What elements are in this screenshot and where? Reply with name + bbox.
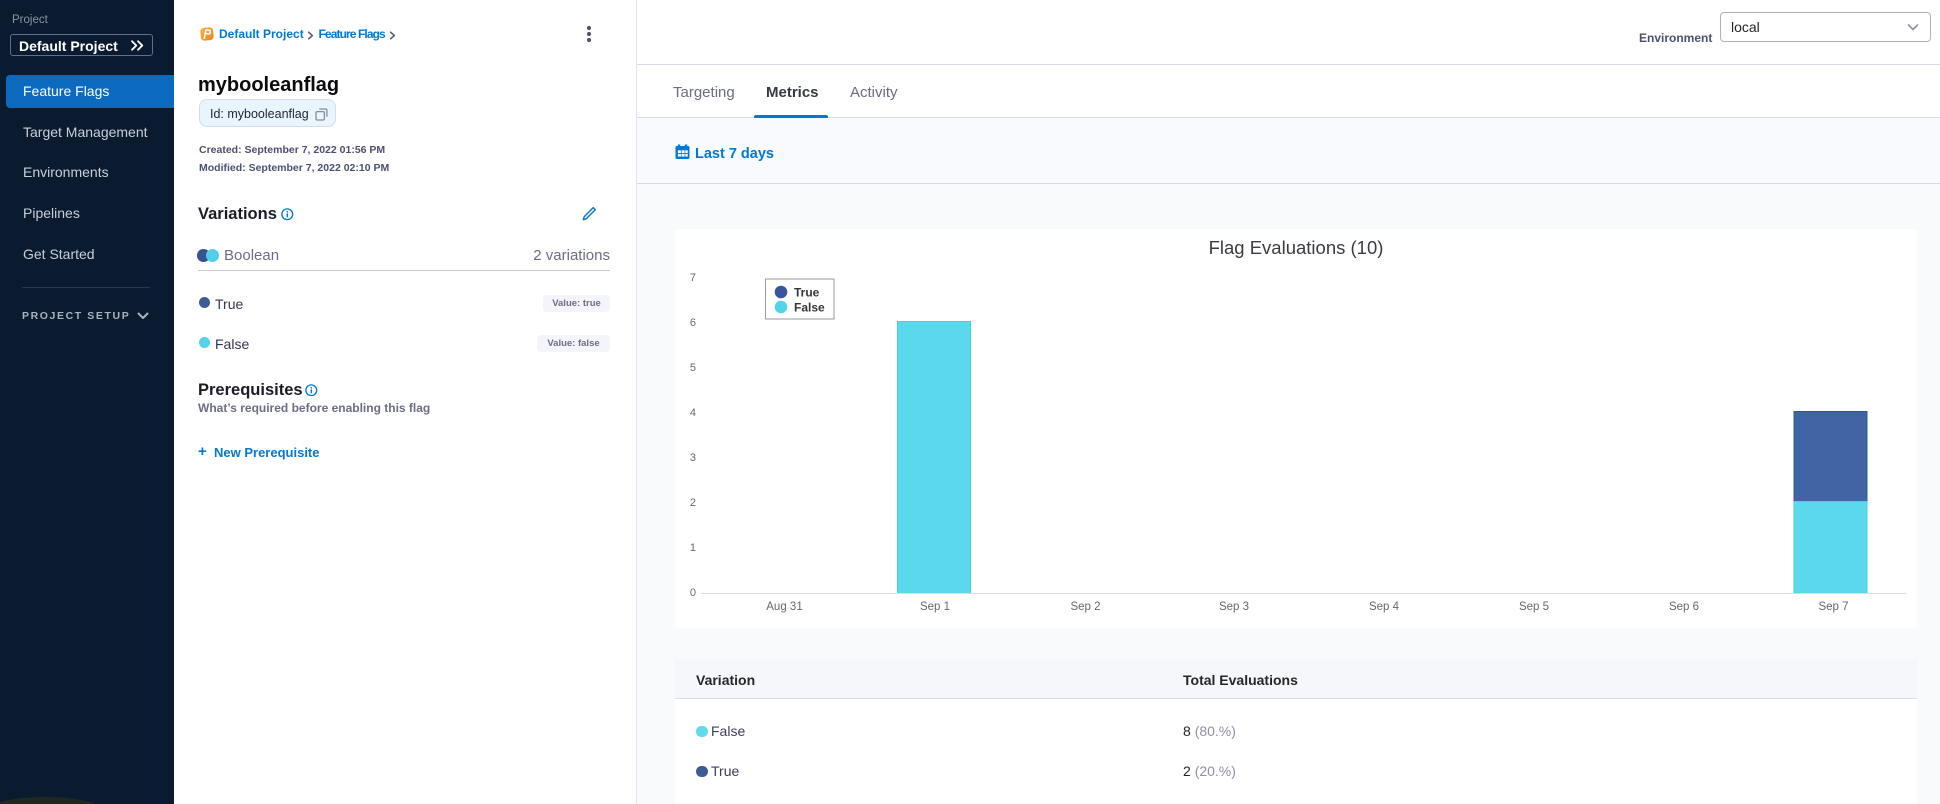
svg-text:Sep 7: Sep 7: [1818, 601, 1848, 613]
svg-text:5: 5: [690, 362, 696, 374]
svg-text:2: 2: [690, 497, 696, 509]
svg-text:0: 0: [690, 587, 696, 599]
svg-text:1: 1: [690, 542, 696, 554]
svg-text:3: 3: [690, 452, 696, 464]
svg-text:Sep 6: Sep 6: [1669, 601, 1699, 613]
svg-text:6: 6: [690, 317, 696, 329]
svg-text:Sep 5: Sep 5: [1519, 601, 1549, 613]
svg-text:4: 4: [690, 407, 696, 419]
svg-text:True: True: [794, 286, 820, 300]
svg-text:False: False: [794, 301, 825, 315]
svg-text:Aug 31: Aug 31: [766, 601, 802, 613]
svg-text:Sep 2: Sep 2: [1070, 601, 1100, 613]
svg-text:Sep 4: Sep 4: [1369, 601, 1400, 613]
svg-text:7: 7: [690, 272, 696, 284]
svg-text:Sep 1: Sep 1: [920, 601, 950, 613]
svg-text:Sep 3: Sep 3: [1219, 601, 1249, 613]
svg-text:Flag Evaluations (10): Flag Evaluations (10): [1209, 237, 1384, 258]
